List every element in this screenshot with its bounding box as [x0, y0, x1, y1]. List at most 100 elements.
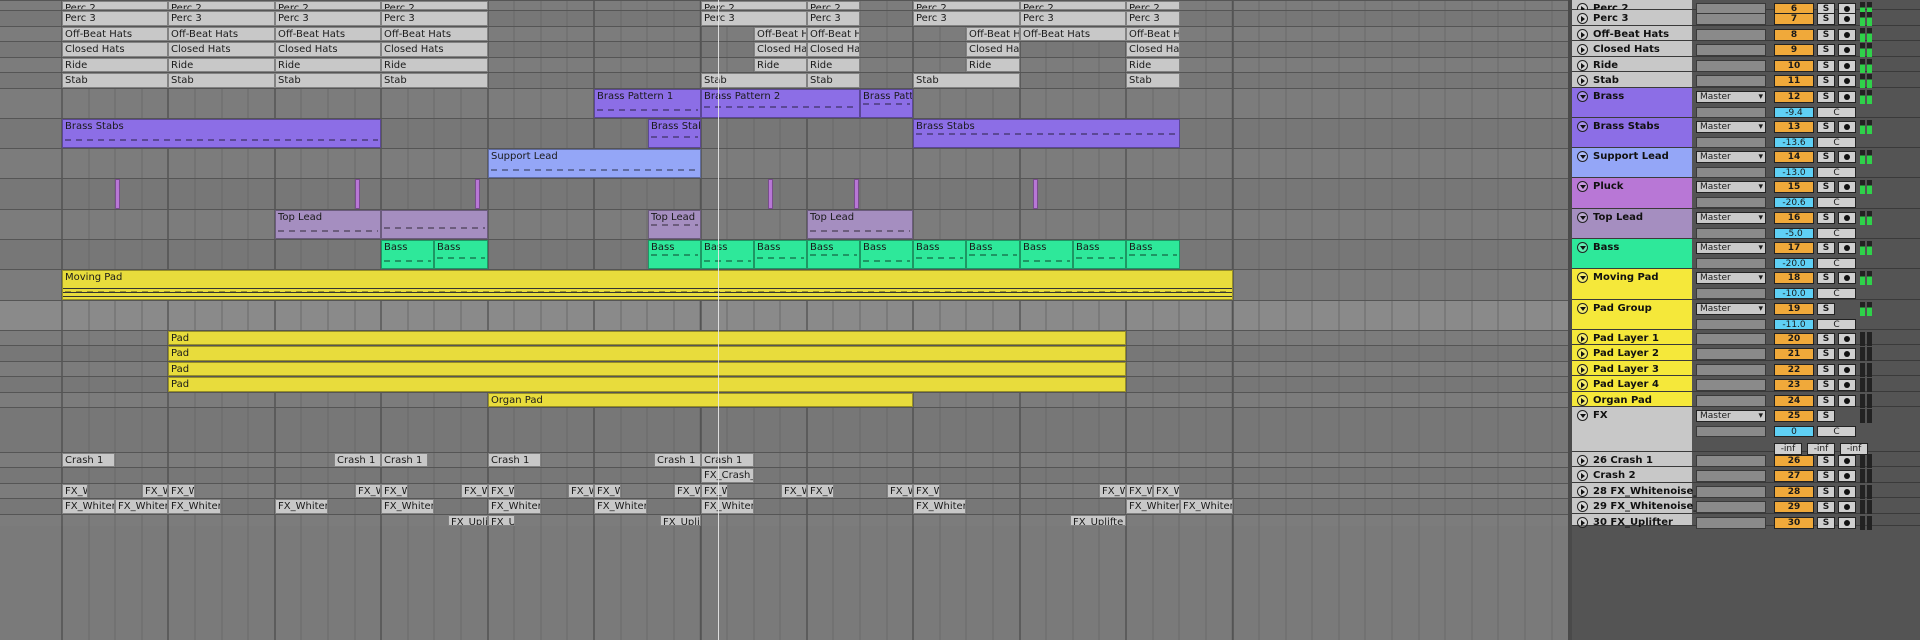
clip-organpad[interactable]: Organ Pad [488, 393, 913, 407]
track-activator-button[interactable]: 20 [1774, 333, 1814, 345]
track-activator-button[interactable]: 13 [1774, 121, 1814, 133]
clip-movingpad[interactable]: Moving Pad [62, 270, 1233, 300]
clip-perc2[interactable]: Perc 2 [275, 1, 381, 10]
arm-record-button[interactable] [1838, 75, 1856, 87]
clip-ride[interactable]: Ride [807, 58, 860, 72]
track-activator-button[interactable]: 16 [1774, 212, 1814, 224]
clip-fxwn1[interactable]: FX_Wh [674, 484, 701, 498]
track-activator-button[interactable]: 10 [1774, 60, 1814, 72]
clip-fxwn2[interactable]: FX_Whitenois [594, 499, 647, 514]
clip-crash1[interactable]: Crash 1 [62, 453, 115, 467]
track-name[interactable]: Top Lead [1593, 212, 1643, 223]
arm-record-button[interactable] [1838, 333, 1856, 345]
clip-crash1[interactable]: Crash 1 [381, 453, 428, 467]
pan-field[interactable]: C [1817, 228, 1856, 239]
clip-pluck[interactable]: P [355, 179, 360, 209]
clip-ride[interactable]: Ride [168, 58, 275, 72]
fold-closed-icon[interactable] [1577, 379, 1588, 390]
arm-record-button[interactable] [1838, 212, 1856, 224]
fold-closed-icon[interactable] [1577, 44, 1588, 55]
clip-perc3[interactable]: Perc 3 [1126, 11, 1180, 26]
clip-fxwn1[interactable]: FX_Wh [887, 484, 913, 498]
clip-offbeat[interactable]: Off-Beat Hats [1020, 27, 1126, 41]
solo-button[interactable]: S [1817, 455, 1835, 467]
clip-fxwn2[interactable]: FX_Whitenois [913, 499, 966, 514]
volume-field[interactable]: -11.0 [1774, 319, 1814, 330]
clip-fxup[interactable]: FX_Uplifte [1070, 515, 1126, 526]
output-routing-select[interactable]: Master [1696, 212, 1766, 224]
clip-offbeat[interactable]: Off-Beat Hats [62, 27, 168, 41]
clip-closedhats[interactable]: Closed Hats [168, 42, 275, 57]
clip-ride[interactable]: Ride [966, 58, 1020, 72]
arm-record-button[interactable] [1838, 486, 1856, 498]
arm-record-button[interactable] [1838, 379, 1856, 391]
output-routing-select[interactable] [1696, 501, 1766, 513]
track-name[interactable]: Off-Beat Hats [1593, 29, 1669, 40]
fold-open-icon[interactable] [1577, 91, 1588, 102]
arrangement-view[interactable]: Perc 2 Perc 2 Perc 2 Perc 2 Perc 2 Perc 2 Perc… [0, 0, 1568, 640]
clip-fxwn2[interactable]: FX_Whitenois [488, 499, 541, 514]
arm-record-button[interactable] [1838, 364, 1856, 376]
clip-fxwn1[interactable]: FX_Wh [1126, 484, 1153, 498]
output-routing-select[interactable] [1696, 455, 1766, 467]
track-activator-button[interactable]: 7 [1774, 13, 1814, 25]
clip-closedhats[interactable]: Closed Hats [966, 42, 1020, 57]
pan-field[interactable]: C [1817, 137, 1856, 148]
clip-crash1[interactable]: Crash 1 [334, 453, 381, 467]
track-activator-button[interactable]: 8 [1774, 29, 1814, 41]
solo-button[interactable]: S [1817, 91, 1835, 103]
output-routing-select[interactable] [1696, 395, 1766, 407]
clip-supportlead[interactable]: Support Lead [488, 149, 701, 178]
clip-toplead[interactable]: Top Lead [807, 210, 913, 239]
track-header[interactable]: Pluck Master 15S-20.6C [1572, 178, 1920, 209]
clip-pluck[interactable]: P [115, 179, 120, 209]
arm-record-button[interactable] [1838, 151, 1856, 163]
clip-perc2[interactable]: Perc 2 [807, 1, 860, 10]
output-routing-select[interactable]: Master [1696, 242, 1766, 254]
solo-button[interactable]: S [1817, 212, 1835, 224]
solo-button[interactable]: S [1817, 151, 1835, 163]
clip-fxwn1[interactable]: FX_Wh [62, 484, 88, 498]
track-activator-button[interactable]: 24 [1774, 395, 1814, 407]
clip-perc2[interactable]: Perc 2 [701, 1, 807, 10]
solo-button[interactable]: S [1817, 242, 1835, 254]
fold-closed-icon[interactable] [1577, 348, 1588, 359]
clip-perc3[interactable]: Perc 3 [381, 11, 488, 26]
track-header[interactable]: 26 Crash 1 26 S [1572, 452, 1920, 468]
pan-field[interactable]: C [1817, 107, 1856, 118]
fold-closed-icon[interactable] [1577, 13, 1588, 24]
track-activator-button[interactable]: 26 [1774, 455, 1814, 467]
track-header[interactable]: Crash 2 27 S [1572, 467, 1920, 483]
volume-field[interactable]: -13.0 [1774, 167, 1814, 178]
clip-pluck[interactable]: P [475, 179, 480, 209]
routing-channel-select[interactable] [1696, 228, 1766, 239]
clip-perc3[interactable]: Perc 3 [913, 11, 1020, 26]
track-name[interactable]: Brass [1593, 91, 1624, 102]
clip-fxup[interactable]: FX_Uplift [448, 515, 488, 526]
track-name[interactable]: Pad Layer 3 [1593, 364, 1659, 375]
clip-padlayer1[interactable]: Pad [168, 331, 1126, 345]
track-header[interactable]: 30 FX_Uplifter 30 S [1572, 514, 1920, 530]
clip-offbeat[interactable]: Off-Beat Hats [807, 27, 860, 41]
track-name[interactable]: 28 FX_Whitenoise_ [1593, 486, 1698, 497]
output-routing-select[interactable] [1696, 333, 1766, 345]
clip-fxup[interactable]: FX_Uplifter [660, 515, 701, 526]
clip-fxwn1[interactable]: FX_Wh [594, 484, 621, 498]
solo-button[interactable]: S [1817, 272, 1835, 284]
clip-bass[interactable]: Bass [701, 240, 754, 269]
track-activator-button[interactable]: 11 [1774, 75, 1814, 87]
output-routing-select[interactable] [1696, 379, 1766, 391]
track-activator-button[interactable]: 14 [1774, 151, 1814, 163]
clip-fxwn1[interactable]: FX_Wh [1099, 484, 1126, 498]
fold-closed-icon[interactable] [1577, 470, 1588, 481]
solo-button[interactable]: S [1817, 13, 1835, 25]
output-routing-select[interactable]: Master [1696, 151, 1766, 163]
track-activator-button[interactable]: 18 [1774, 272, 1814, 284]
track-header[interactable]: FXMaster25S0C-inf-inf-inf [1572, 407, 1920, 455]
track-name[interactable]: FX [1593, 410, 1608, 421]
track-name[interactable]: Pad Layer 1 [1593, 333, 1659, 344]
fold-closed-icon[interactable] [1577, 364, 1588, 375]
track-activator-button[interactable]: 27 [1774, 470, 1814, 482]
clip-perc2[interactable]: Perc 2 [168, 1, 275, 10]
fold-open-icon[interactable] [1577, 272, 1588, 283]
